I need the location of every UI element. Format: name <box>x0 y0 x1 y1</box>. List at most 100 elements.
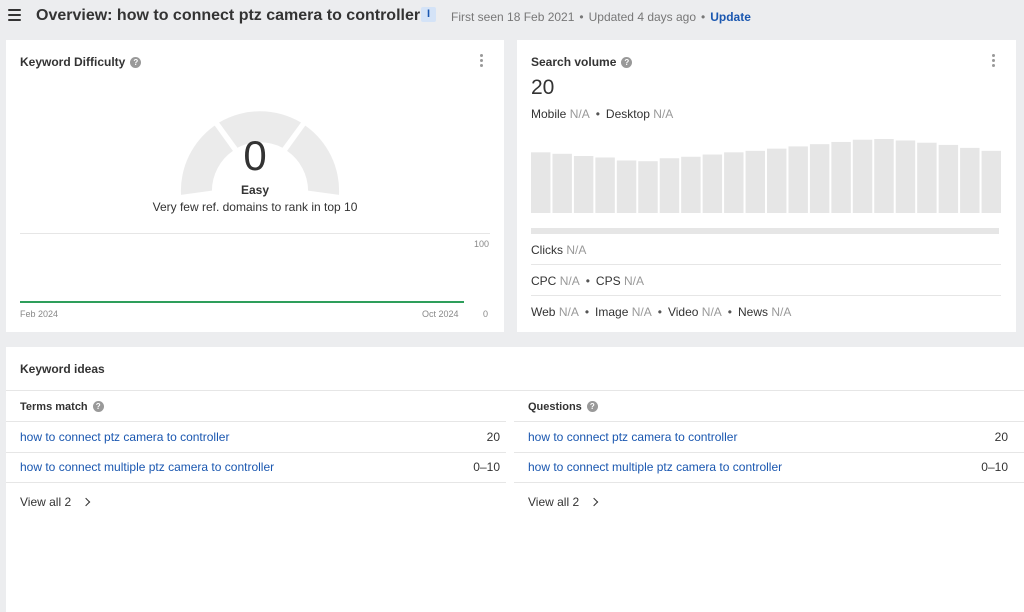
separator-dot: • <box>727 305 732 319</box>
page-header: Overview: how to connect ptz camera to c… <box>0 0 1024 36</box>
image-label: Image <box>595 305 629 319</box>
divider <box>514 452 1024 453</box>
desktop-value: N/A <box>653 107 674 121</box>
difficulty-description: Very few ref. domains to rank in top 10 <box>152 200 358 214</box>
serp-types-row: Web N/A • Image N/A • Video N/A • News N/A <box>531 305 791 319</box>
volume-bar[interactable] <box>745 150 765 213</box>
divider <box>514 421 1024 422</box>
questions-keyword-volume: 20 <box>994 430 1008 444</box>
clicks-row: Clicks N/A <box>531 243 586 257</box>
video-value: N/A <box>701 305 722 319</box>
updated-text: Updated 4 days ago <box>588 10 697 24</box>
volume-bar[interactable] <box>724 152 744 213</box>
questions-view-all-link[interactable]: View all 2 <box>528 495 599 509</box>
volume-bar[interactable] <box>960 147 980 213</box>
intent-badge[interactable]: I <box>421 7 436 22</box>
questions-keyword-volume: 0–10 <box>981 460 1008 474</box>
difficulty-score: 0 <box>243 132 267 179</box>
volume-bar[interactable] <box>981 150 1001 213</box>
clicks-label: Clicks <box>531 243 563 257</box>
search-volume-value: 20 <box>531 76 555 99</box>
cpc-label: CPC <box>531 274 557 288</box>
help-icon[interactable]: ? <box>92 401 104 412</box>
search-volume-title: Search volume? <box>531 55 633 69</box>
questions-keyword-link[interactable]: how to connect ptz camera to controller <box>528 430 737 444</box>
help-icon[interactable]: ? <box>586 401 598 412</box>
more-options-icon[interactable] <box>989 54 997 70</box>
volume-bar[interactable] <box>552 153 572 213</box>
hamburger-menu-icon[interactable] <box>8 9 21 21</box>
terms-keyword-link[interactable]: how to connect multiple ptz camera to co… <box>20 460 274 474</box>
volume-bar[interactable] <box>895 140 916 213</box>
axis-date-start: Feb 2024 <box>20 309 59 319</box>
more-options-icon[interactable] <box>477 54 485 70</box>
volume-bar[interactable] <box>616 160 637 213</box>
web-value: N/A <box>558 305 579 319</box>
keyword-difficulty-title: Keyword Difficulty? <box>20 55 142 69</box>
separator-dot: • <box>595 107 600 121</box>
divider <box>514 482 1024 483</box>
keyword-ideas-card: Keyword ideas Terms match? how to connec… <box>6 347 1024 612</box>
page-title: Overview: how to connect ptz camera to c… <box>36 7 421 24</box>
axis-date-end: Oct 2024 <box>422 309 459 319</box>
volume-bar[interactable] <box>531 152 551 213</box>
keyword-ideas-title: Keyword ideas <box>20 362 105 376</box>
axis-min-label: 0 <box>483 309 489 319</box>
volume-bar[interactable] <box>702 154 723 213</box>
separator-dot: • <box>584 305 590 319</box>
terms-keyword-volume: 0–10 <box>473 460 500 474</box>
divider <box>531 295 1001 296</box>
divider <box>531 264 1001 265</box>
chart-baseline <box>531 228 999 234</box>
difficulty-label: Easy <box>240 183 270 197</box>
volume-bar[interactable] <box>809 144 830 213</box>
cps-value: N/A <box>623 274 644 288</box>
chart-gridline-top <box>20 233 490 234</box>
terms-match-heading: Terms match? <box>20 401 104 413</box>
chevron-right-icon <box>589 497 599 507</box>
volume-bar[interactable] <box>831 141 851 213</box>
video-label: Video <box>667 305 699 319</box>
terms-view-all-link[interactable]: View all 2 <box>20 495 91 509</box>
mobile-label: Mobile <box>531 107 567 121</box>
cpc-cps-row: CPC N/A • CPS N/A <box>531 274 644 288</box>
terms-keyword-volume: 20 <box>486 430 500 444</box>
volume-bar[interactable] <box>874 139 894 213</box>
volume-bar[interactable] <box>573 156 594 213</box>
help-icon[interactable]: ? <box>621 57 633 68</box>
web-label: Web <box>531 305 556 319</box>
update-link[interactable]: Update <box>710 10 751 24</box>
volume-bar[interactable] <box>595 157 615 214</box>
volume-bar[interactable] <box>681 156 701 213</box>
chevron-right-icon <box>81 497 91 507</box>
volume-bar[interactable] <box>767 148 787 213</box>
keyword-difficulty-card: Keyword Difficulty? 0 Easy Very few ref.… <box>6 40 504 332</box>
questions-heading: Questions? <box>528 401 598 413</box>
separator-dot: • <box>579 10 584 24</box>
volume-bar[interactable] <box>938 144 959 213</box>
help-icon[interactable]: ? <box>130 57 142 68</box>
difficulty-trend-line <box>20 301 464 303</box>
search-volume-card: Search volume? 20 Mobile N/A • Desktop N/A… <box>517 40 1016 332</box>
volume-bar[interactable] <box>917 142 937 213</box>
divider <box>6 482 506 483</box>
divider <box>6 421 506 422</box>
news-label: News <box>738 305 769 319</box>
questions-keyword-link[interactable]: how to connect multiple ptz camera to co… <box>528 460 782 474</box>
separator-dot: • <box>585 274 590 288</box>
axis-max-label: 100 <box>474 239 490 249</box>
volume-bar[interactable] <box>852 139 873 213</box>
divider <box>6 390 1024 391</box>
clicks-value: N/A <box>566 243 587 257</box>
separator-dot: • <box>701 10 706 24</box>
mobile-value: N/A <box>569 107 590 121</box>
cpc-value: N/A <box>559 274 580 288</box>
volume-bar[interactable] <box>788 146 808 213</box>
volume-bar[interactable] <box>638 161 658 213</box>
keyword-meta: First seen 18 Feb 2021 • Updated 4 days ag… <box>451 10 751 24</box>
volume-bar[interactable] <box>659 158 680 213</box>
device-breakdown: Mobile N/A • Desktop N/A <box>531 107 673 121</box>
desktop-label: Desktop <box>605 107 650 121</box>
terms-keyword-link[interactable]: how to connect ptz camera to controller <box>20 430 229 444</box>
image-value: N/A <box>631 305 652 319</box>
